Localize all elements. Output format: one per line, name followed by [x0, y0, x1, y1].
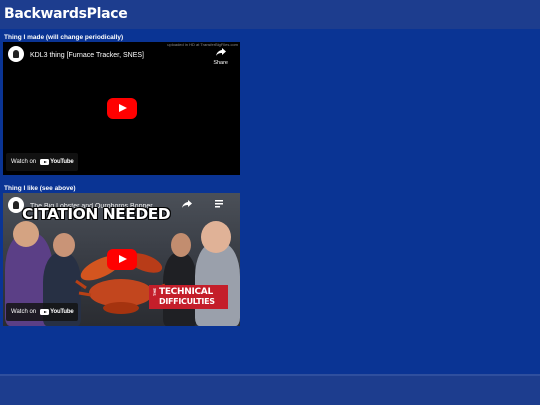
share-label[interactable]: Share	[213, 60, 228, 66]
video-title[interactable]: KDL3 thing [Furnace Tracker, SNES]	[30, 52, 144, 59]
site-header: BackwardsPlace	[0, 0, 540, 29]
watch-on-label: Watch on	[11, 159, 37, 165]
watch-on-label: Watch on	[11, 309, 37, 315]
watch-on-youtube-button[interactable]: Watch on YouTube	[6, 303, 78, 321]
queue-icon[interactable]	[215, 200, 223, 208]
youtube-play-icon	[40, 309, 50, 315]
watch-on-youtube-button[interactable]: Watch on YouTube	[6, 153, 78, 171]
play-button[interactable]	[107, 249, 137, 270]
podcast-logo: THE TECHNICAL DIFFICULTIES	[149, 285, 228, 309]
share-icon[interactable]	[182, 200, 192, 208]
site-footer	[0, 374, 540, 405]
person-left-head	[13, 221, 39, 247]
youtube-logo: YouTube	[40, 159, 74, 165]
share-icon[interactable]	[216, 48, 226, 56]
podcast-logo-line2: DIFFICULTIES	[159, 297, 215, 306]
site-title[interactable]: BackwardsPlace	[4, 6, 128, 22]
youtube-logo-text: YouTube	[50, 159, 74, 165]
youtube-logo-text: YouTube	[50, 309, 74, 315]
uploaded-note: uploaded in HD at TransferBigFiles.com	[167, 42, 238, 47]
youtube-logo: YouTube	[40, 309, 74, 315]
play-button[interactable]	[107, 98, 137, 119]
channel-avatar[interactable]	[8, 46, 24, 62]
youtube-play-icon	[40, 159, 50, 165]
thumbnail-headline: CITATION NEEDED	[22, 205, 171, 223]
person-center-right-head	[171, 233, 191, 257]
podcast-logo-the: THE	[152, 288, 157, 296]
youtube-embed-like[interactable]: The Big Lobster and Ouroboros Bopper CIT…	[3, 193, 240, 326]
section-label-like: Thing I like (see above)	[4, 185, 76, 192]
person-right-head	[201, 221, 231, 253]
youtube-embed-made[interactable]: KDL3 thing [Furnace Tracker, SNES] uploa…	[3, 42, 240, 175]
podcast-logo-line1: TECHNICAL	[159, 287, 213, 297]
footer-divider	[0, 374, 540, 376]
section-label-made: Thing I made (will change periodically)	[4, 34, 124, 41]
